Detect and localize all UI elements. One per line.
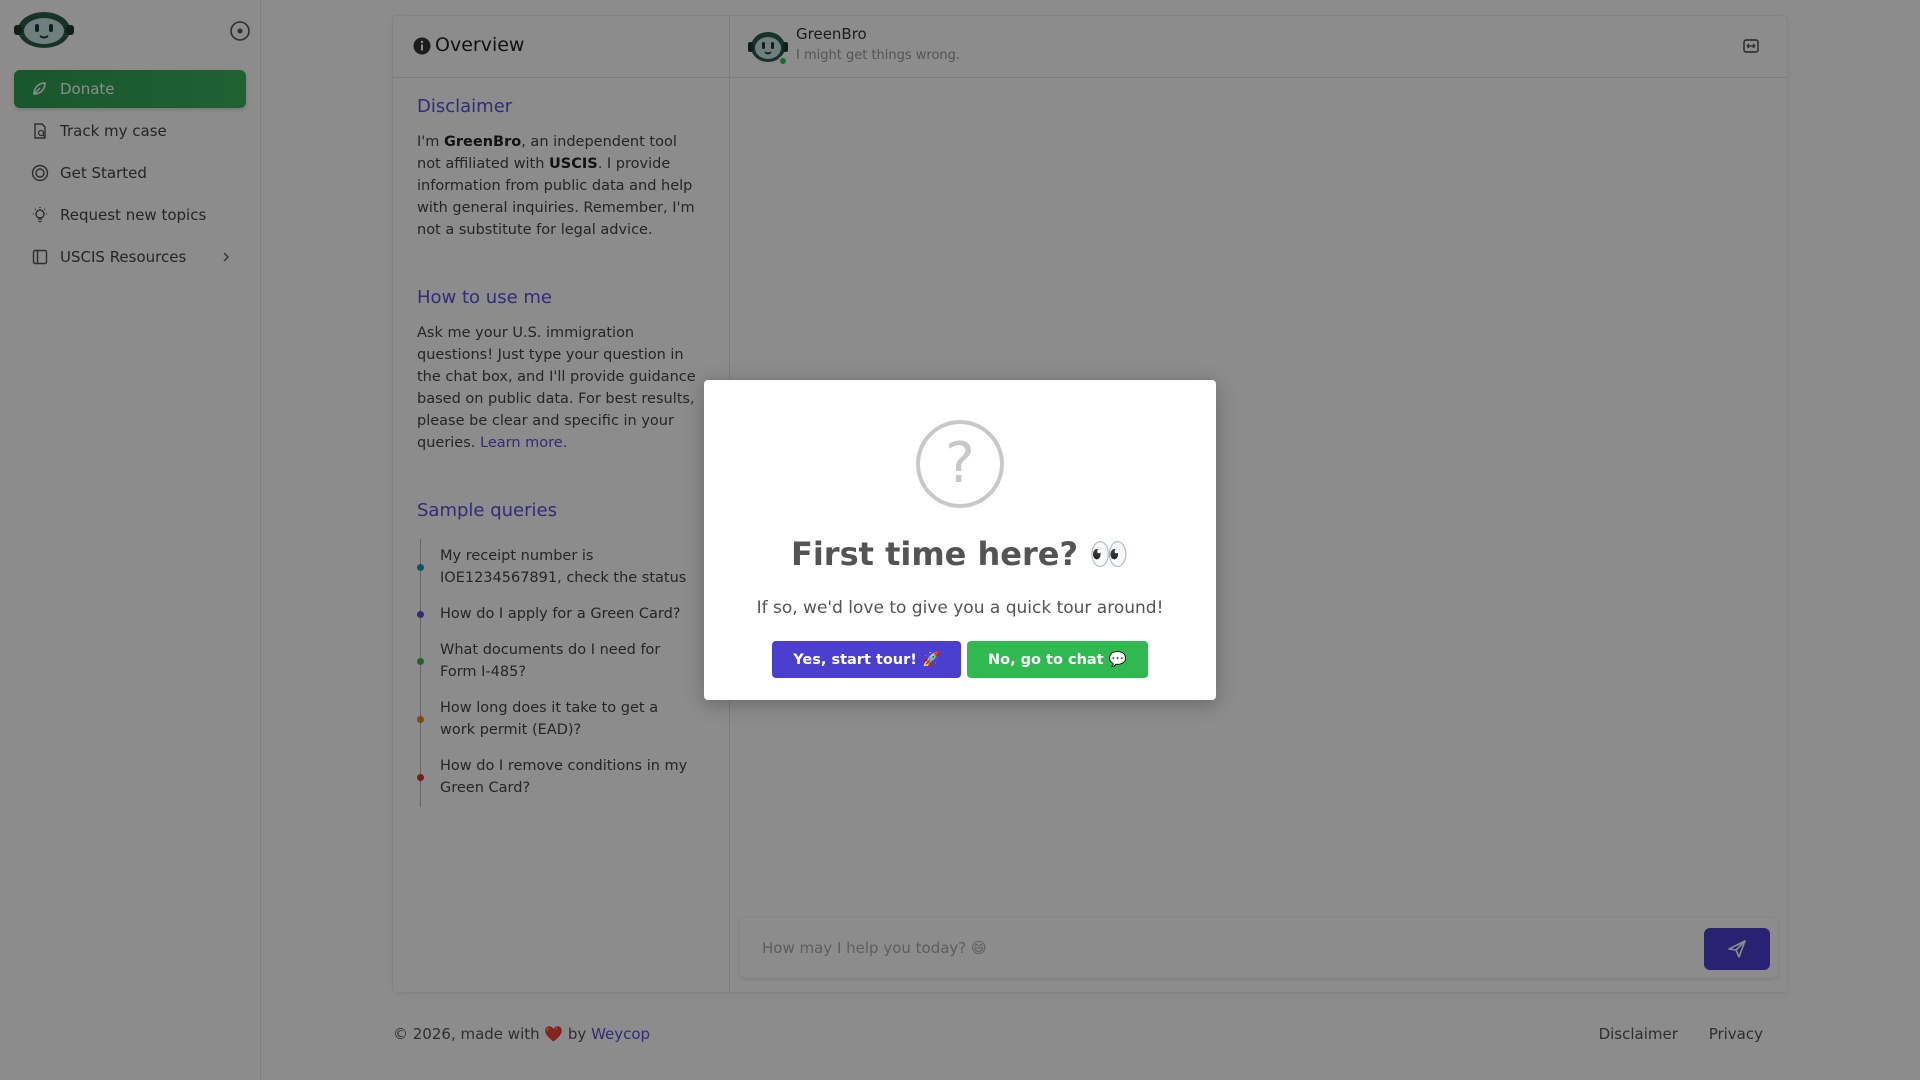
- question-icon: ?: [916, 420, 1004, 508]
- go-to-chat-button[interactable]: No, go to chat 💬: [967, 641, 1148, 678]
- start-tour-button[interactable]: Yes, start tour! 🚀: [772, 641, 961, 678]
- modal-text: If so, we'd love to give you a quick tou…: [756, 598, 1164, 618]
- modal-title: First time here? 👀: [790, 535, 1130, 573]
- tour-modal: ? First time here? 👀 If so, we'd love to…: [704, 380, 1216, 700]
- modal-actions: Yes, start tour! 🚀 No, go to chat 💬: [704, 641, 1216, 678]
